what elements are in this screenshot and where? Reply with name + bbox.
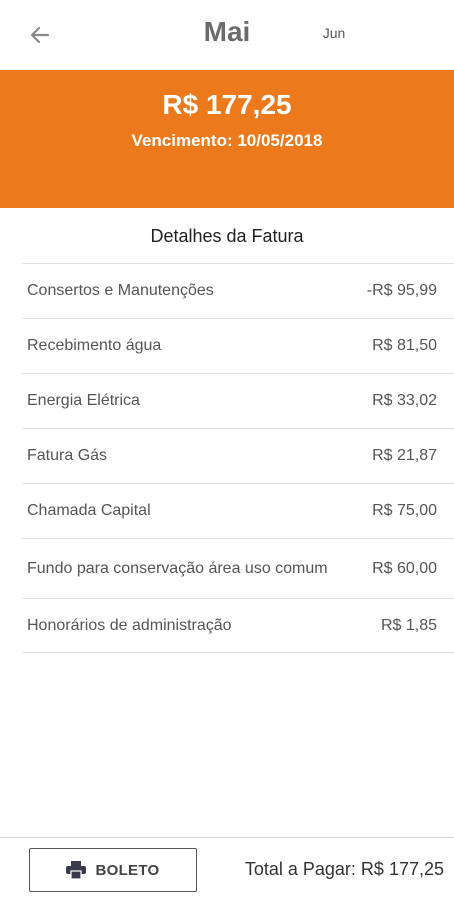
list-item: Chamada Capital R$ 75,00 [22,483,454,538]
item-value: R$ 1,85 [380,616,437,634]
printer-icon [66,861,87,879]
invoice-amount: R$ 177,25 [162,89,292,120]
item-value: R$ 75,00 [372,502,437,519]
item-label: Honorários de administração [27,616,232,634]
top-bar: Mai Jun [0,0,454,70]
list-item: Energia Elétrica R$ 33,02 [22,373,454,428]
total-to-pay: Total a Pagar: R$ 177,25 [244,859,444,879]
next-month-tab[interactable]: Jun [314,25,354,41]
invoice-items-list: Consertos e Manutenções -R$ 95,99 Recebi… [22,263,454,653]
item-value: R$ 33,02 [372,392,437,409]
item-label: Recebimento água [27,337,162,354]
item-label: Chamada Capital [27,502,151,519]
list-item: Fatura Gás R$ 21,87 [22,428,454,483]
boleto-button-label: BOLETO [95,861,160,879]
item-value: R$ 60,00 [372,559,437,577]
item-label: Fundo para conservação área uso comum [27,559,328,577]
current-month-title: Mai [203,16,251,47]
invoice-summary: R$ 177,25 Vencimento: 10/05/2018 [0,70,454,208]
boleto-button[interactable]: BOLETO [29,848,197,892]
item-label: Fatura Gás [27,447,108,464]
item-value: -R$ 95,99 [366,282,437,299]
item-value: R$ 81,50 [372,337,437,354]
item-label: Energia Elétrica [27,392,140,409]
details-title: Detalhes da Fatura [150,226,304,246]
item-label: Consertos e Manutenções [27,282,214,299]
list-item: Honorários de administração R$ 1,85 [22,598,454,653]
due-date: Vencimento: 10/05/2018 [131,131,323,150]
list-item: Consertos e Manutenções -R$ 95,99 [22,263,454,318]
item-value: R$ 21,87 [372,447,437,464]
list-item: Fundo para conservação área uso comum R$… [22,538,454,598]
footer-bar: BOLETO Total a Pagar: R$ 177,25 [0,837,454,901]
list-item: Recebimento água R$ 81,50 [22,318,454,373]
